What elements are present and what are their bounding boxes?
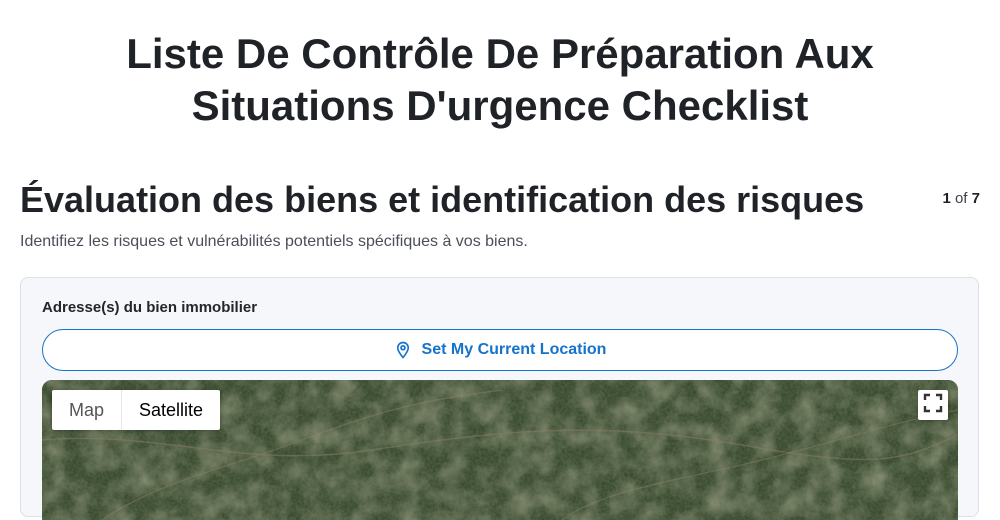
step-separator: of (954, 190, 968, 207)
map-type-control: Map Satellite (52, 390, 221, 430)
location-button-label: Set My Current Location (421, 341, 607, 358)
section-title: Évaluation des biens et identification d… (20, 179, 865, 220)
fullscreen-icon (923, 393, 943, 418)
map-pin-icon (394, 341, 412, 359)
step-current: 1 (942, 190, 951, 207)
page-title: Liste De Contrôle De Préparation Aux Sit… (126, 30, 874, 129)
set-current-location-button[interactable]: Set My Current Location (42, 329, 958, 371)
step-total: 7 (971, 190, 980, 207)
map-type-satellite-button[interactable]: Satellite (122, 390, 220, 430)
address-label: Adresse(s) du bien immobilier (42, 299, 258, 316)
section-description: Identifiez les risques et vulnérabilités… (20, 233, 528, 250)
step-counter: 1 of 7 (942, 190, 980, 207)
map-type-map-button[interactable]: Map (52, 390, 123, 430)
fullscreen-button[interactable] (918, 390, 948, 420)
property-address-card: Adresse(s) du bien immobilier Set My Cur… (20, 277, 979, 520)
map-view[interactable]: Map Satellite (42, 380, 958, 520)
